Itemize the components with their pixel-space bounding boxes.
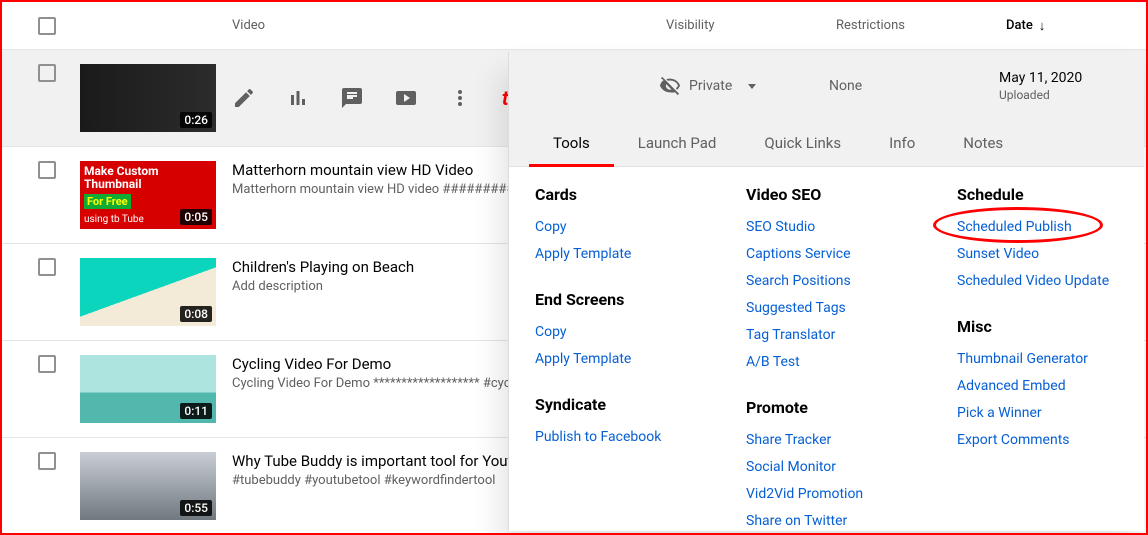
panel-link-captions-service[interactable]: Captions Service	[746, 241, 907, 268]
panel-link-share-tracker[interactable]: Share Tracker	[746, 427, 907, 454]
select-all-checkbox[interactable]	[38, 17, 56, 35]
panel-link-apply-template[interactable]: Apply Template	[535, 346, 696, 373]
date-cell: May 11, 2020 Uploaded	[999, 70, 1119, 102]
panel-link-share-on-twitter[interactable]: Share on Twitter	[746, 508, 907, 535]
panel-link-tag-translator[interactable]: Tag Translator	[746, 322, 907, 349]
chevron-down-icon	[748, 84, 756, 89]
panel-link-copy[interactable]: Copy	[535, 319, 696, 346]
youtube-icon[interactable]	[394, 86, 418, 110]
more-options-icon[interactable]	[448, 86, 472, 110]
sort-arrow-down-icon: ↓	[1039, 18, 1046, 34]
video-thumbnail[interactable]: 0:08	[80, 258, 216, 326]
panel-column: Schedule Scheduled PublishSunset VideoSch…	[957, 185, 1118, 535]
table-header: Video Visibility Restrictions Date ↓	[2, 2, 1146, 50]
row-checkbox[interactable]	[38, 452, 56, 470]
panel-link-copy[interactable]: Copy	[535, 214, 696, 241]
panel-link-seo-studio[interactable]: SEO Studio	[746, 214, 907, 241]
section-heading: Video SEO	[746, 185, 907, 204]
column-header-video[interactable]: Video	[232, 18, 666, 33]
private-icon	[659, 75, 681, 97]
tab-launch-pad[interactable]: Launch Pad	[614, 120, 741, 166]
panel-link-suggested-tags[interactable]: Suggested Tags	[746, 295, 907, 322]
analytics-icon[interactable]	[286, 86, 310, 110]
duration-badge: 0:55	[180, 500, 212, 516]
panel-info-strip: Private None May 11, 2020 Uploaded	[509, 52, 1144, 120]
video-thumbnail[interactable]: 0:11	[80, 355, 216, 423]
video-thumbnail[interactable]: 0:26	[80, 64, 216, 132]
duration-badge: 0:11	[180, 403, 212, 419]
column-header-restrictions[interactable]: Restrictions	[836, 18, 1006, 33]
panel-link-thumbnail-generator[interactable]: Thumbnail Generator	[957, 346, 1118, 373]
panel-link-social-monitor[interactable]: Social Monitor	[746, 454, 907, 481]
tab-quick-links[interactable]: Quick Links	[740, 120, 865, 166]
row-checkbox[interactable]	[38, 64, 56, 82]
section-heading: Schedule	[957, 185, 1118, 204]
row-checkbox[interactable]	[38, 355, 56, 373]
section-heading: Cards	[535, 185, 696, 204]
tab-notes[interactable]: Notes	[939, 120, 1027, 166]
column-header-visibility[interactable]: Visibility	[666, 18, 836, 33]
row-actions: tb	[232, 64, 532, 132]
visibility-cell[interactable]: Private	[659, 75, 829, 97]
panel-column: CardsCopyApply TemplateEnd ScreensCopyAp…	[535, 185, 696, 535]
row-checkbox[interactable]	[38, 258, 56, 276]
restrictions-cell: None	[829, 78, 999, 94]
panel-link-vid2vid-promotion[interactable]: Vid2Vid Promotion	[746, 481, 907, 508]
tab-info[interactable]: Info	[865, 120, 939, 166]
duration-badge: 0:05	[180, 209, 212, 225]
panel-body: CardsCopyApply TemplateEnd ScreensCopyAp…	[509, 167, 1144, 535]
section-heading: End Screens	[535, 290, 696, 309]
section-heading: Promote	[746, 398, 907, 417]
panel-tabs: ToolsLaunch PadQuick LinksInfoNotes	[509, 120, 1144, 167]
panel-link-a/b-test[interactable]: A/B Test	[746, 349, 907, 376]
duration-badge: 0:08	[180, 306, 212, 322]
app-frame: Video Visibility Restrictions Date ↓ 0:2…	[0, 0, 1148, 535]
duration-badge: 0:26	[180, 112, 212, 128]
row-checkbox[interactable]	[38, 161, 56, 179]
edit-icon[interactable]	[232, 86, 256, 110]
section-heading: Syndicate	[535, 395, 696, 414]
panel-column: Video SEO SEO StudioCaptions ServiceSearc…	[746, 185, 907, 535]
tubebuddy-panel: Private None May 11, 2020 Uploaded Tools…	[508, 52, 1144, 531]
panel-link-scheduled-publish[interactable]: Scheduled Publish	[957, 214, 1118, 241]
panel-link-scheduled-video-update[interactable]: Scheduled Video Update	[957, 268, 1118, 295]
panel-link-export-comments[interactable]: Export Comments	[957, 427, 1118, 454]
panel-link-search-positions[interactable]: Search Positions	[746, 268, 907, 295]
panel-link-advanced-embed[interactable]: Advanced Embed	[957, 373, 1118, 400]
comments-icon[interactable]	[340, 86, 364, 110]
section-heading: Misc	[957, 317, 1118, 336]
panel-link-sunset-video[interactable]: Sunset Video	[957, 241, 1118, 268]
panel-link-publish-to-facebook[interactable]: Publish to Facebook	[535, 424, 696, 451]
tab-tools[interactable]: Tools	[529, 120, 614, 166]
video-thumbnail[interactable]: Make Custom Thumbnail For Free using tb …	[80, 161, 216, 229]
panel-link-apply-template[interactable]: Apply Template	[535, 241, 696, 268]
video-thumbnail[interactable]: 0:55	[80, 452, 216, 520]
panel-link-pick-a-winner[interactable]: Pick a Winner	[957, 400, 1118, 427]
column-header-date[interactable]: Date ↓	[1006, 18, 1126, 34]
